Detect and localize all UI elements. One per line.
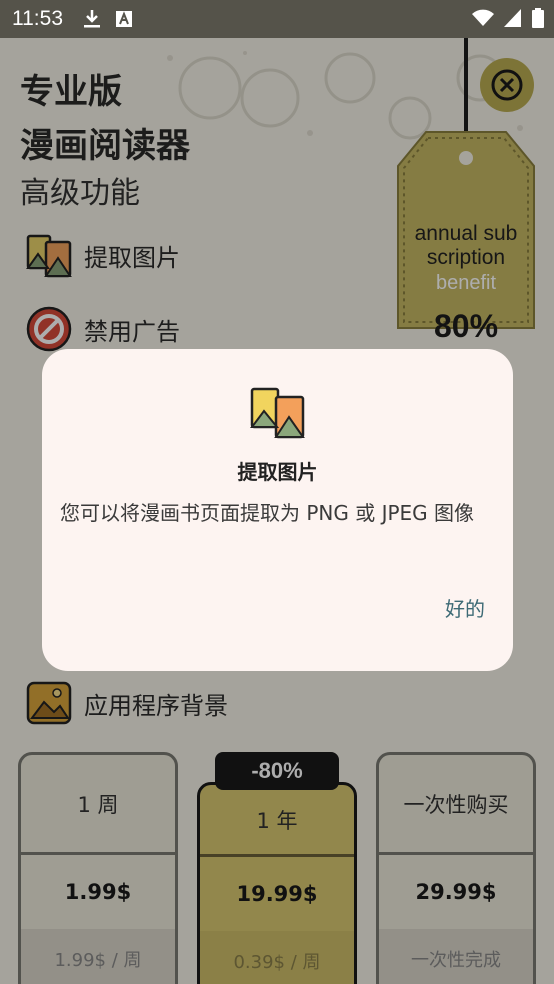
dialog-title: 提取图片 bbox=[237, 460, 318, 484]
font-icon bbox=[116, 11, 132, 27]
dialog-message: 您可以将漫画书页面提取为 PNG 或 JPEG 图像 bbox=[60, 501, 475, 525]
status-time: 11:53 bbox=[12, 7, 63, 30]
wifi-icon bbox=[472, 9, 494, 26]
battery-icon bbox=[532, 8, 544, 28]
image-icon bbox=[250, 387, 305, 439]
download-icon bbox=[84, 10, 100, 28]
ok-button[interactable]: 好的 bbox=[445, 593, 485, 622]
feature-info-dialog: 提取图片 您可以将漫画书页面提取为 PNG 或 JPEG 图像 好的 bbox=[42, 349, 513, 671]
signal-icon bbox=[504, 9, 521, 27]
status-bar: 11:53 bbox=[0, 0, 554, 38]
